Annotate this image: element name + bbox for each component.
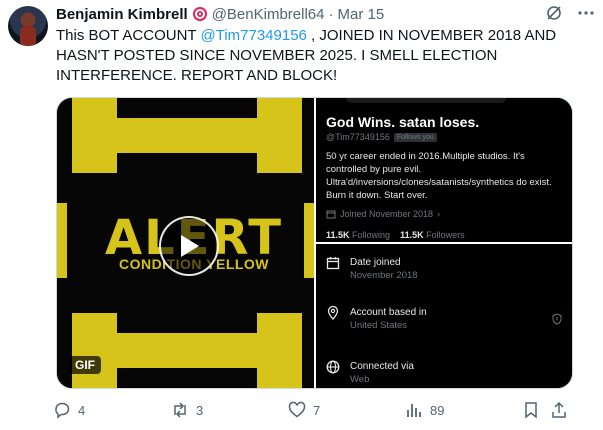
avatar[interactable] [8, 6, 48, 46]
gif-badge: GIF [69, 356, 101, 374]
date-joined-label: Date joined [350, 257, 401, 268]
repost-icon [174, 402, 186, 418]
bookmark-icon [525, 402, 537, 419]
play-button[interactable] [159, 216, 219, 276]
profile-screenshot[interactable]: God Wins. satan loses. @Tim77349156 Foll… [316, 98, 572, 242]
account-based-text: Account based in United States [350, 306, 427, 332]
grok-icon[interactable] [545, 4, 563, 26]
date-joined-row: Date joined November 2018 [326, 256, 418, 282]
profile-joined-text: Joined November 2018 [340, 209, 434, 219]
profile-display-name: God Wins. satan loses. [326, 114, 480, 130]
tweet-text: This BOT ACCOUNT @Tim77349156 , JOINED I… [56, 26, 576, 86]
account-based-row: Account based in United States [326, 306, 427, 332]
media-grid: ALERT CONDITION YELLOW GIF God Wins. sat… [56, 97, 573, 389]
bookmark-button[interactable] [521, 400, 549, 420]
profile-stats: 11.5K Following 11.5K Followers [326, 230, 465, 240]
followers-count: 11.5K [400, 230, 424, 240]
profile-handle: @Tim77349156 [326, 132, 390, 142]
separator: · [328, 5, 334, 23]
mention-link[interactable]: @Tim77349156 [200, 27, 306, 44]
author-name[interactable]: Benjamin Kimbrell [56, 6, 188, 23]
repost-count: 3 [196, 402, 204, 418]
tweet-actions: 4 3 7 89 [52, 398, 577, 422]
profile-joined: Joined November 2018 › [326, 209, 440, 219]
globe-icon [326, 360, 340, 374]
play-icon [181, 235, 199, 257]
shield-icon [552, 312, 562, 330]
views-count: 89 [430, 402, 445, 418]
about-account-screenshot[interactable]: Date joined November 2018 Account based … [316, 244, 572, 388]
header-actions [545, 4, 595, 26]
author-handle[interactable]: @BenKimbrell64 [212, 6, 325, 23]
follows-you-tag: Follows you [393, 132, 437, 142]
profile-top-strip [346, 98, 506, 103]
more-options-icon[interactable] [577, 4, 595, 26]
reply-button[interactable]: 4 [52, 400, 170, 420]
account-based-label: Account based in [350, 307, 427, 318]
heart-icon [288, 401, 306, 418]
chevron-right-icon: › [437, 209, 441, 219]
share-icon [552, 401, 566, 418]
calendar-icon [326, 257, 340, 270]
tweet-header: Benjamin Kimbrell @BenKimbrell64 · Mar 1… [56, 4, 595, 24]
reply-count: 4 [78, 402, 86, 418]
following-count: 11.5K [326, 230, 350, 240]
connected-via-text: Connected via Web [350, 360, 414, 386]
account-based-value: United States [350, 320, 408, 331]
profile-following: 11.5K Following [326, 230, 390, 240]
profile-bio: 50 yr career ended in 2016.Multiple stud… [326, 151, 552, 201]
tweet-date[interactable]: Mar 15 [337, 6, 384, 23]
like-count: 7 [313, 402, 321, 418]
following-label: Following [352, 230, 391, 240]
gif-media[interactable]: ALERT CONDITION YELLOW GIF [57, 98, 314, 388]
date-joined-value: November 2018 [350, 270, 418, 281]
analytics-icon [407, 404, 421, 417]
calendar-icon [326, 210, 336, 219]
date-joined-text: Date joined November 2018 [350, 256, 418, 282]
location-pin-icon [327, 306, 339, 320]
share-button[interactable] [549, 400, 573, 420]
connected-via-row: Connected via Web [326, 360, 414, 386]
connected-via-value: Web [350, 374, 370, 385]
tweet-text-part1: This BOT ACCOUNT [56, 27, 201, 44]
followers-label: Followers [426, 230, 465, 240]
profile-followers: 11.5K Followers [400, 230, 465, 240]
target-icon [192, 6, 208, 22]
like-button[interactable]: 7 [287, 400, 404, 420]
views-button[interactable]: 89 [404, 400, 521, 420]
profile-handle-row: @Tim77349156 Follows you [326, 132, 437, 142]
connected-via-label: Connected via [350, 361, 414, 372]
repost-button[interactable]: 3 [170, 400, 287, 420]
reply-icon [55, 402, 70, 419]
